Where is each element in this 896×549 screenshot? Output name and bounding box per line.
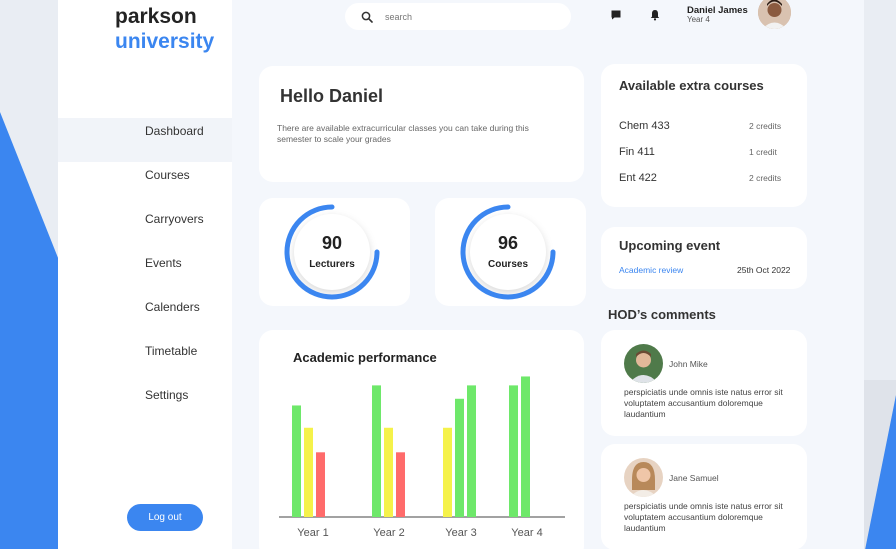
x-tick-label: Year 4 — [511, 527, 542, 539]
extra-courses-card: Available extra courses Chem 433 2 credi… — [601, 64, 807, 207]
commenter-avatar — [624, 344, 663, 383]
lecturers-stat-card[interactable]: 90 Lecturers — [259, 198, 410, 306]
sidebar-nav: Dashboard Courses Carryovers Events Cale… — [58, 118, 232, 426]
logo-line2: university — [115, 30, 215, 53]
chart-bar — [304, 427, 313, 517]
chart-bar — [292, 405, 301, 517]
sidebar-item-timetable[interactable]: Timetable — [58, 338, 232, 382]
courses-stat-card[interactable]: 96 Courses — [435, 198, 586, 306]
sidebar-item-events[interactable]: Events — [58, 250, 232, 294]
event-link[interactable]: Academic review — [619, 265, 683, 275]
welcome-title: Hello Daniel — [280, 86, 384, 106]
sidebar-item-courses[interactable]: Courses — [58, 162, 232, 206]
welcome-text: There are available extracurricular clas… — [277, 123, 529, 144]
academic-performance-card: Academic performance Year 1 Year 2 Year 3Y… — [259, 330, 584, 549]
sidebar-item-carryovers[interactable]: Carryovers — [58, 206, 232, 250]
sidebar-item-calenders[interactable]: Calenders — [58, 294, 232, 338]
extra-courses-title: Available extra courses — [619, 78, 764, 93]
sidebar: parkson university Dashboard Courses Car… — [58, 0, 232, 549]
chart-bar — [521, 376, 530, 517]
search-icon — [361, 11, 373, 23]
lecturers-label: Lecturers — [309, 259, 355, 270]
course-code: Chem 433 — [619, 120, 670, 132]
course-credits: 1 credit — [749, 147, 777, 157]
comment-card: Jane Samuel perspiciatis unde omnis iste… — [601, 444, 807, 549]
comment-text: perspiciatis unde omnis iste natus error… — [624, 501, 783, 533]
chart-bar — [396, 452, 405, 517]
chart-bar — [443, 427, 452, 517]
chart-bar — [509, 385, 518, 517]
sidebar-item-settings[interactable]: Settings — [58, 382, 232, 426]
chat-icon[interactable] — [610, 9, 622, 21]
comment-text: perspiciatis unde omnis iste natus error… — [624, 387, 783, 419]
x-tick-label: Year 3 — [445, 527, 476, 539]
search-bar[interactable] — [345, 3, 571, 30]
chart-bar — [316, 452, 325, 517]
course-credits: 2 credits — [749, 173, 782, 183]
course-code: Ent 422 — [619, 172, 657, 184]
event-date: 25th Oct 2022 — [737, 265, 791, 275]
search-input[interactable] — [385, 11, 555, 22]
bell-icon[interactable] — [649, 9, 661, 21]
courses-count: 96 — [497, 233, 519, 253]
logout-button[interactable]: Log out — [127, 504, 203, 531]
welcome-card: Hello Daniel There are available extracu… — [259, 66, 584, 182]
logo-line1: parkson — [115, 5, 197, 28]
course-credits: 2 credits — [749, 121, 782, 131]
dashboard-window: parkson university Dashboard Courses Car… — [58, 0, 864, 549]
course-row[interactable]: Ent 422 2 credits — [619, 172, 789, 184]
x-tick-label: Year 1 — [297, 527, 328, 539]
chart-bar — [384, 427, 393, 517]
courses-label: Courses — [487, 259, 528, 270]
chart-bar — [467, 385, 476, 517]
user-year: Year 4 — [687, 15, 710, 24]
commenter-name: John Mike — [669, 359, 708, 369]
course-row[interactable]: Chem 433 2 credits — [619, 120, 789, 132]
commenter-avatar — [624, 458, 663, 497]
academic-performance-chart: Year 1 Year 2 Year 3 Year 4 — [279, 376, 565, 539]
course-code: Fin 411 — [619, 146, 655, 158]
upcoming-event-title: Upcoming event — [619, 238, 721, 253]
course-row[interactable]: Fin 411 1 credit — [619, 146, 789, 158]
hod-comments-title: HOD’s comments — [608, 307, 716, 322]
x-tick-label: Year 2 — [373, 527, 404, 539]
lecturers-count: 90 — [321, 233, 343, 253]
chart-bar — [372, 385, 381, 517]
logo: parkson university — [115, 4, 214, 54]
upcoming-event-card: Upcoming event Academic review 25th Oct … — [601, 227, 807, 289]
sidebar-item-dashboard[interactable]: Dashboard — [58, 118, 232, 162]
avatar[interactable] — [758, 0, 791, 29]
chart-bar — [455, 398, 464, 517]
comment-card: John Mike perspiciatis unde omnis iste n… — [601, 330, 807, 436]
commenter-name: Jane Samuel — [669, 473, 719, 483]
